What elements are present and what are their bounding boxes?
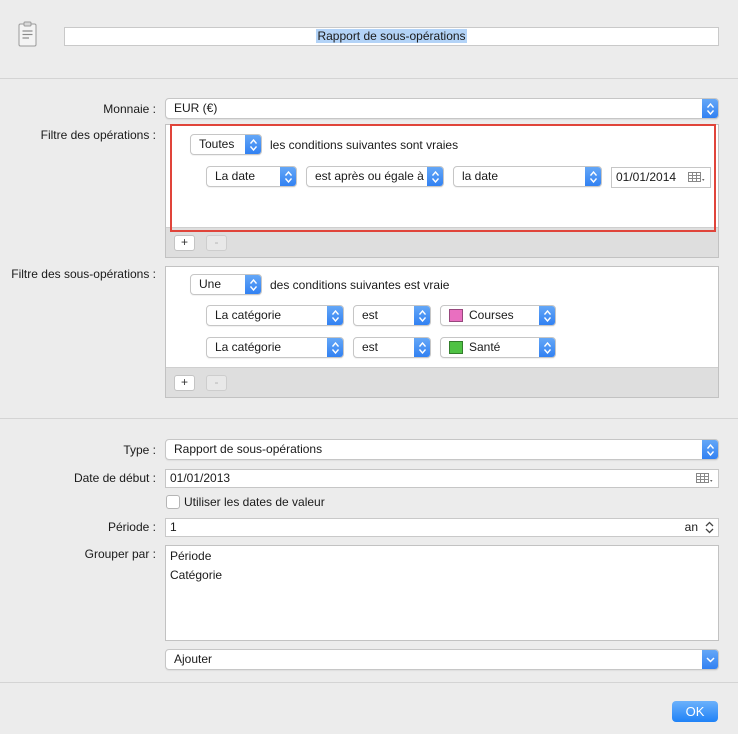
updown-arrows-icon bbox=[245, 275, 261, 294]
updown-arrows-icon bbox=[414, 338, 430, 357]
suboperation-condition-2-operator-value: est bbox=[362, 340, 379, 354]
updown-arrows-icon bbox=[539, 338, 555, 357]
period-unit: an bbox=[684, 520, 698, 534]
suboperation-condition-1-operator-value: est bbox=[362, 308, 379, 322]
calendar-icon[interactable] bbox=[696, 473, 714, 484]
operation-filter-label: Filtre des opérations : bbox=[40, 128, 156, 142]
group-by-label: Grouper par : bbox=[84, 547, 156, 561]
add-grouping-select[interactable]: Ajouter bbox=[165, 649, 719, 670]
header-divider bbox=[0, 78, 738, 79]
suboperation-condition-1-value-select[interactable]: Courses bbox=[440, 305, 556, 326]
remove-operation-condition-button[interactable]: - bbox=[206, 235, 227, 251]
updown-arrows-icon bbox=[414, 306, 430, 325]
period-label: Période : bbox=[107, 520, 156, 534]
suboperation-condition-2-operator-select[interactable]: est bbox=[353, 337, 431, 358]
footer-divider bbox=[0, 682, 738, 683]
suboperation-match-text: des conditions suivantes est vraie bbox=[270, 278, 450, 292]
start-date-field[interactable]: 01/01/2013 bbox=[165, 469, 719, 488]
suboperation-filter-box: Une des conditions suivantes est vraie L… bbox=[165, 266, 719, 398]
suboperation-filter-toolbar: + - bbox=[166, 367, 718, 397]
report-type-select[interactable]: Rapport de sous-opérations bbox=[165, 439, 719, 460]
suboperation-condition-2-field-value: La catégorie bbox=[215, 340, 282, 354]
list-item[interactable]: Période bbox=[170, 549, 211, 563]
report-document-icon bbox=[18, 21, 37, 47]
value-dates-checkbox[interactable] bbox=[166, 495, 180, 509]
report-name-field[interactable]: Rapport de sous-opérations bbox=[64, 27, 719, 46]
ok-button[interactable]: OK bbox=[672, 701, 718, 722]
report-type-value: Rapport de sous-opérations bbox=[174, 442, 323, 456]
currency-select[interactable]: EUR (€) bbox=[165, 98, 719, 119]
value-dates-label: Utiliser les dates de valeur bbox=[184, 495, 325, 509]
suboperation-condition-2-value-select[interactable]: Santé bbox=[440, 337, 556, 358]
start-date-label: Date de début : bbox=[73, 471, 156, 485]
type-label: Type : bbox=[123, 443, 156, 457]
category-color-swatch bbox=[449, 341, 463, 354]
start-date-value: 01/01/2013 bbox=[170, 471, 231, 485]
period-field[interactable]: 1 an bbox=[165, 518, 719, 537]
updown-arrows-icon bbox=[327, 306, 343, 325]
updown-arrows-icon bbox=[702, 99, 718, 118]
period-value: 1 bbox=[170, 520, 177, 534]
updown-arrows-icon bbox=[702, 440, 718, 459]
suboperation-condition-1-field-select[interactable]: La catégorie bbox=[206, 305, 344, 326]
add-operation-condition-button[interactable]: + bbox=[174, 235, 195, 251]
section-divider bbox=[0, 418, 738, 419]
currency-value: EUR (€) bbox=[174, 101, 218, 115]
group-by-list[interactable]: Période Catégorie bbox=[165, 545, 719, 641]
suboperation-condition-1-value: Courses bbox=[469, 308, 514, 322]
updown-arrows-icon bbox=[327, 338, 343, 357]
suboperation-condition-1-field-value: La catégorie bbox=[215, 308, 282, 322]
stepper-icon[interactable] bbox=[705, 521, 714, 534]
suboperation-condition-1-operator-select[interactable]: est bbox=[353, 305, 431, 326]
highlight-frame bbox=[170, 124, 716, 232]
remove-suboperation-condition-button[interactable]: - bbox=[206, 375, 227, 391]
suboperation-condition-2-field-select[interactable]: La catégorie bbox=[206, 337, 344, 358]
suboperation-filter-label: Filtre des sous-opérations : bbox=[11, 267, 156, 281]
suboperation-condition-2-value: Santé bbox=[469, 340, 501, 354]
currency-label: Monnaie : bbox=[103, 102, 156, 116]
category-color-swatch bbox=[449, 309, 463, 322]
report-name-text: Rapport de sous-opérations bbox=[316, 29, 467, 43]
suboperation-match-value: Une bbox=[199, 277, 222, 291]
suboperation-match-select[interactable]: Une bbox=[190, 274, 262, 295]
add-suboperation-condition-button[interactable]: + bbox=[174, 375, 195, 391]
chevron-down-icon bbox=[702, 650, 718, 669]
add-grouping-value: Ajouter bbox=[174, 652, 213, 666]
list-item[interactable]: Catégorie bbox=[170, 568, 222, 582]
updown-arrows-icon bbox=[539, 306, 555, 325]
